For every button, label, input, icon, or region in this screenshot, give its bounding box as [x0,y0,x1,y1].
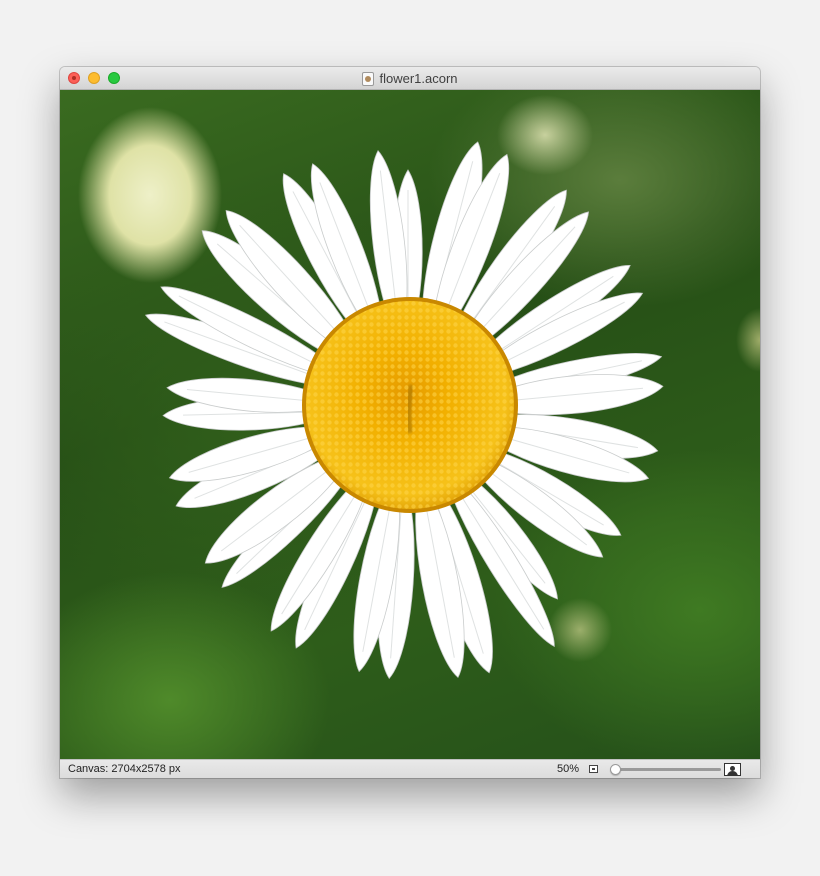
small-image-icon[interactable] [589,765,598,773]
title-bar[interactable]: flower1.acorn [60,67,760,90]
zoom-slider-knob[interactable] [610,764,621,775]
image-canvas[interactable] [60,90,760,759]
status-bar: Canvas: 2704x2578 px 50% [60,759,760,778]
window-title-group: flower1.acorn [60,67,760,90]
window-title: flower1.acorn [379,71,458,86]
image-window: flower1.acorn Canvas: 2704x2578 px 50% [60,67,760,778]
daisy-center [302,297,518,513]
daisy-image [144,141,664,680]
zoom-percent-label: 50% [557,763,580,775]
zoom-slider[interactable] [610,764,721,775]
acorn-document-icon[interactable] [362,71,375,86]
canvas-size-label: Canvas: 2704x2578 px [68,763,181,775]
large-image-icon[interactable] [724,763,741,776]
